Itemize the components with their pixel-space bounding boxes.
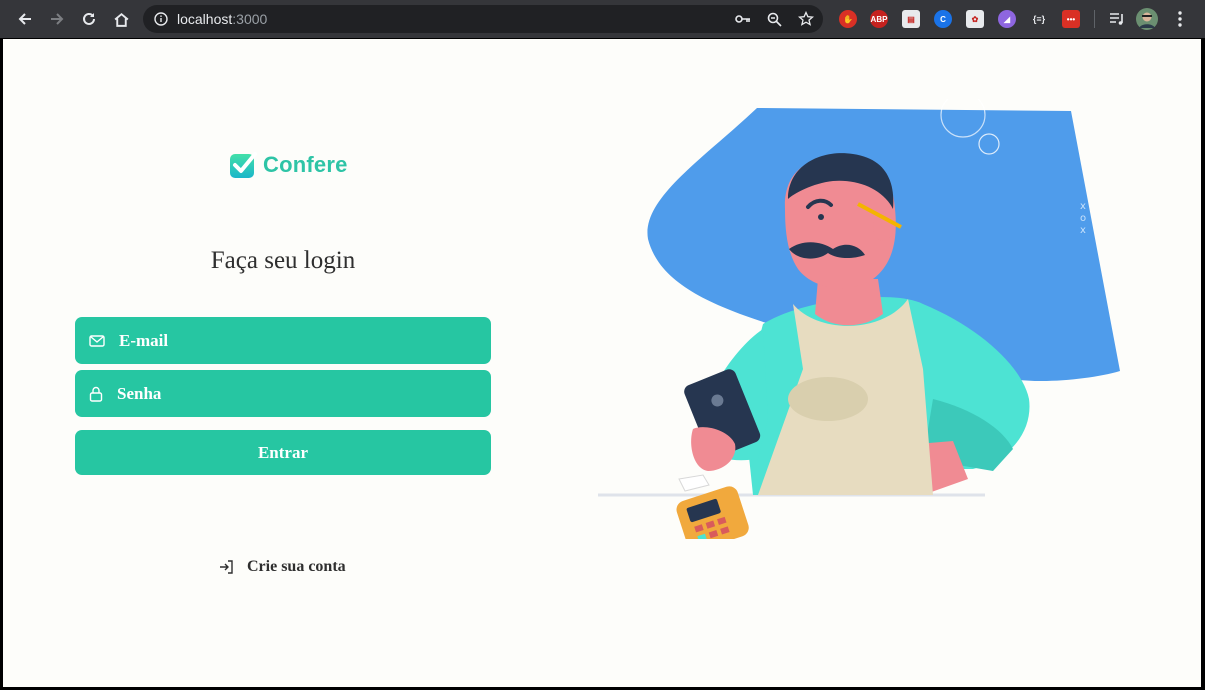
- adblock-extension-icon[interactable]: ✋: [839, 10, 857, 28]
- url-host: localhost: [177, 11, 233, 27]
- home-icon: [114, 12, 128, 27]
- password-input[interactable]: [115, 382, 459, 405]
- forward-button[interactable]: [44, 6, 70, 32]
- svg-text:o: o: [1080, 213, 1086, 224]
- zoom-icon[interactable]: [765, 10, 783, 28]
- brand-logo: Confere: [229, 151, 348, 179]
- svg-text:x: x: [1080, 225, 1086, 236]
- browser-window: localhost:3000 ✋ ABP ▤ C ✿ ◢ {≡} ••• Con…: [0, 0, 1205, 690]
- pdf-extension-icon[interactable]: ▤: [902, 10, 920, 28]
- react-extension-icon[interactable]: ✿: [966, 10, 984, 28]
- login-arrow-icon: [220, 560, 233, 574]
- url-port: :3000: [232, 11, 268, 27]
- card-terminal-shape: [676, 486, 749, 539]
- arrow-right-icon: [51, 13, 64, 25]
- reload-button[interactable]: [76, 6, 102, 32]
- media-button[interactable]: [1104, 6, 1130, 32]
- menu-button[interactable]: [1167, 6, 1193, 32]
- json-extension-icon[interactable]: {≡}: [1030, 10, 1048, 28]
- toolbar-divider: [1094, 10, 1095, 28]
- home-button[interactable]: [108, 6, 134, 32]
- signup-link[interactable]: Crie sua conta: [219, 558, 346, 576]
- url-text[interactable]: localhost:3000: [177, 11, 267, 27]
- more-vert-icon: [1178, 11, 1182, 27]
- signup-label: Crie sua conta: [247, 558, 346, 575]
- c-extension-icon[interactable]: C: [934, 10, 952, 28]
- shopkeeper-illustration: x o x: [598, 99, 1120, 539]
- password-field[interactable]: [75, 370, 491, 417]
- login-page: Confere Faça seu login Entrar Crie sua c…: [3, 39, 1201, 687]
- page-title: Faça seu login: [210, 247, 356, 274]
- login-button[interactable]: Entrar: [75, 430, 491, 475]
- reload-icon: [83, 12, 95, 25]
- playlist-icon: [1110, 13, 1123, 25]
- avatar-icon: [1136, 8, 1158, 30]
- star-icon[interactable]: [797, 10, 815, 28]
- email-field[interactable]: [75, 317, 491, 364]
- lock-icon: [89, 386, 103, 402]
- browser-toolbar: localhost:3000 ✋ ABP ▤ C ✿ ◢ {≡} •••: [0, 0, 1205, 38]
- email-input[interactable]: [117, 329, 461, 352]
- mail-icon: [89, 334, 105, 347]
- checkbox-logo-icon: [230, 152, 257, 178]
- feather-extension-icon[interactable]: ◢: [998, 10, 1016, 28]
- brand-name: Confere: [263, 152, 348, 177]
- back-button[interactable]: [12, 6, 38, 32]
- x-o-pattern-shape: x: [1080, 201, 1086, 212]
- arrow-left-icon: [18, 13, 31, 25]
- key-icon[interactable]: [734, 10, 752, 28]
- dots-extension-icon[interactable]: •••: [1062, 10, 1080, 28]
- abp-extension-icon[interactable]: ABP: [870, 10, 888, 28]
- address-bar[interactable]: localhost:3000: [143, 5, 823, 33]
- profile-avatar[interactable]: [1134, 6, 1160, 32]
- info-icon[interactable]: [152, 10, 170, 28]
